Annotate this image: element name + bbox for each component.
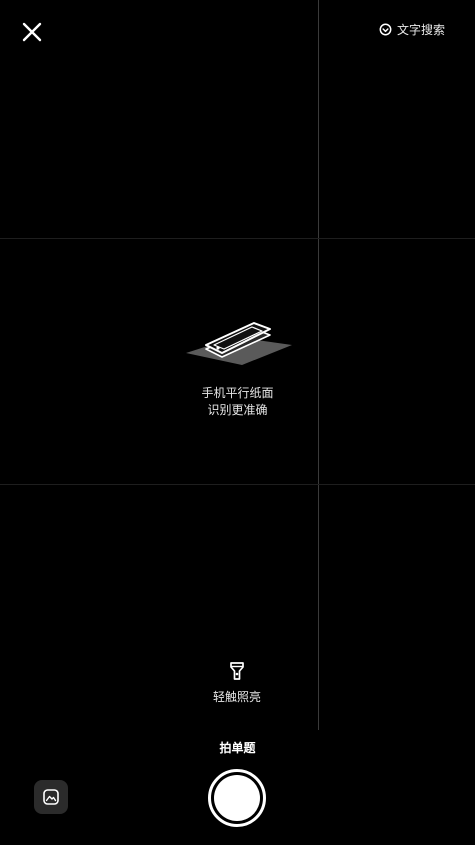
shutter-inner bbox=[214, 775, 260, 821]
close-icon bbox=[22, 22, 42, 42]
gallery-button[interactable] bbox=[34, 780, 68, 814]
flashlight-button[interactable]: 轻触照亮 bbox=[205, 660, 269, 705]
hint-line-1: 手机平行纸面 bbox=[201, 386, 274, 400]
flashlight-label: 轻触照亮 bbox=[212, 690, 261, 704]
mode-label[interactable]: 拍单题 bbox=[0, 739, 475, 756]
grid-line-vertical bbox=[318, 0, 319, 730]
search-text-icon bbox=[379, 23, 392, 36]
shutter-button[interactable] bbox=[208, 769, 266, 827]
grid-line-horizontal-top bbox=[0, 238, 475, 239]
close-button[interactable] bbox=[18, 18, 46, 46]
gallery-icon bbox=[43, 789, 59, 805]
text-search-label: 文字搜索 bbox=[396, 23, 445, 37]
text-search-button[interactable]: 文字搜索 bbox=[379, 21, 445, 38]
hint-line-2: 识别更准确 bbox=[207, 403, 268, 417]
grid-line-horizontal-bottom bbox=[0, 484, 475, 485]
phone-parallel-paper-illustration bbox=[186, 322, 292, 365]
flashlight-icon bbox=[230, 662, 244, 680]
